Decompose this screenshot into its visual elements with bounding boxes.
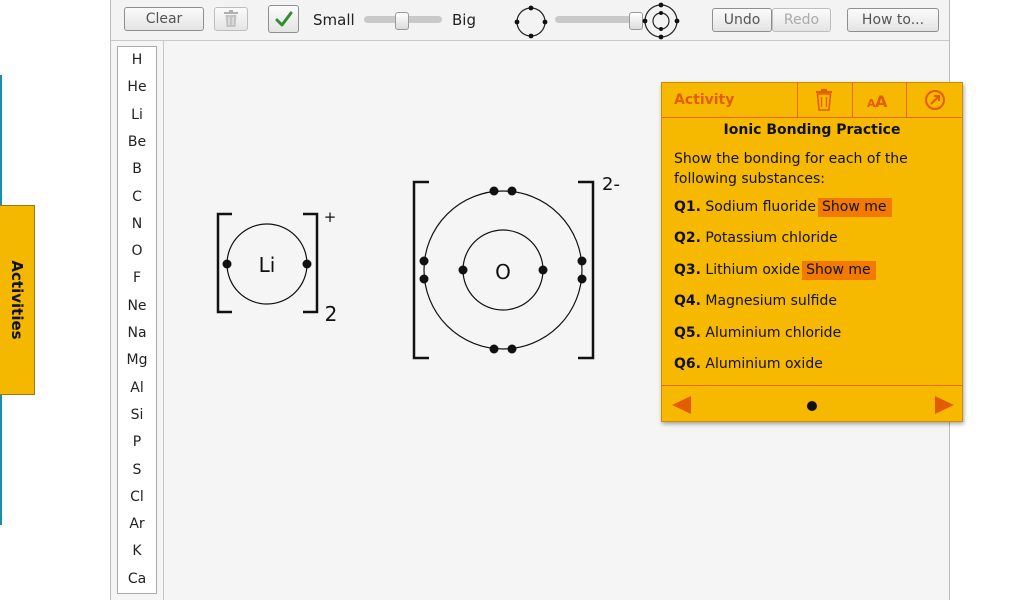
element-be[interactable]: Be bbox=[118, 134, 156, 150]
question-text: Magnesium sulfide bbox=[705, 293, 837, 310]
show-me-button[interactable]: Show me bbox=[818, 198, 892, 217]
electron bbox=[507, 344, 517, 354]
panel-header: Activity A A bbox=[662, 83, 962, 118]
panel-title: Activity bbox=[674, 92, 735, 108]
how-to-button[interactable]: How to... bbox=[847, 8, 939, 32]
element-mg[interactable]: Mg bbox=[118, 352, 156, 368]
delete-button[interactable] bbox=[214, 7, 248, 31]
next-arrow-icon[interactable] bbox=[934, 396, 954, 414]
electron bbox=[222, 259, 232, 269]
element-k[interactable]: K bbox=[118, 543, 156, 559]
confirm-button[interactable] bbox=[268, 5, 299, 33]
element-h[interactable]: H bbox=[118, 52, 156, 68]
lithium-ion-diagram: Li + 2 bbox=[216, 208, 338, 326]
element-p[interactable]: P bbox=[118, 434, 156, 450]
small-label: Small bbox=[313, 11, 355, 29]
redo-button[interactable]: Redo bbox=[772, 8, 831, 32]
trash-icon bbox=[224, 10, 238, 27]
lithium-charge: + bbox=[324, 208, 337, 226]
element-ne[interactable]: Ne bbox=[118, 298, 156, 314]
activities-tab[interactable]: Activities bbox=[0, 205, 35, 395]
instructions-text: Show the bonding for each of the followi… bbox=[674, 151, 908, 187]
lithium-symbol: Li bbox=[259, 253, 276, 277]
electron bbox=[577, 274, 587, 284]
header-divider bbox=[852, 83, 853, 117]
undo-button[interactable]: Undo bbox=[712, 8, 772, 32]
element-cl[interactable]: Cl bbox=[118, 489, 156, 505]
header-divider bbox=[797, 83, 798, 117]
element-sidebar: H He Li Be B C N O F Ne Na Mg Al Si P S Cl Ar K Ca bbox=[117, 46, 157, 594]
trash-icon[interactable] bbox=[812, 88, 836, 112]
question-number: Q3. bbox=[674, 261, 701, 278]
activities-tab-label: Activities bbox=[8, 260, 26, 340]
question-item: Q5. Aluminium chloride bbox=[674, 325, 841, 341]
multi-shell-icon[interactable] bbox=[642, 2, 680, 40]
element-si[interactable]: Si bbox=[118, 407, 156, 423]
show-me-button[interactable]: Show me bbox=[802, 260, 876, 280]
text-size-icon[interactable]: A A bbox=[866, 88, 890, 112]
electron bbox=[419, 256, 429, 266]
element-c[interactable]: C bbox=[118, 189, 156, 205]
element-he[interactable]: He bbox=[118, 79, 156, 95]
element-f[interactable]: F bbox=[118, 270, 156, 286]
question-text: Potassium chloride bbox=[705, 230, 838, 247]
question-number: Q4. bbox=[674, 293, 701, 310]
element-al[interactable]: Al bbox=[118, 380, 156, 396]
prev-arrow-icon[interactable] bbox=[672, 396, 692, 414]
element-s[interactable]: S bbox=[118, 462, 156, 478]
question-number: Q1. bbox=[674, 199, 701, 215]
question-text: Aluminium chloride bbox=[705, 324, 842, 341]
element-li[interactable]: Li bbox=[118, 107, 156, 123]
question-text: Lithium oxide bbox=[705, 261, 801, 278]
clear-button[interactable]: Clear bbox=[124, 7, 204, 31]
page-indicator-dot bbox=[807, 401, 817, 411]
practice-title: Ionic Bonding Practice bbox=[723, 122, 901, 138]
electron bbox=[302, 259, 312, 269]
pop-out-icon[interactable] bbox=[923, 88, 947, 112]
electron bbox=[538, 265, 548, 275]
panel-footer bbox=[662, 385, 962, 422]
electron bbox=[489, 186, 499, 196]
question-item: Q3. Lithium oxide Show me bbox=[674, 260, 876, 280]
question-text: Sodium fluoride bbox=[705, 199, 817, 215]
size-slider-handle[interactable] bbox=[395, 12, 409, 30]
question-item: Q2. Potassium chloride bbox=[674, 230, 838, 246]
oxygen-symbol: O bbox=[495, 260, 511, 284]
question-number: Q2. bbox=[674, 230, 701, 247]
big-label: Big bbox=[452, 11, 476, 29]
electron bbox=[489, 344, 499, 354]
oxide-ion-diagram: O 2- bbox=[412, 174, 620, 360]
shell-slider-handle[interactable] bbox=[629, 12, 643, 30]
question-number: Q5. bbox=[674, 324, 701, 341]
element-na[interactable]: Na bbox=[118, 325, 156, 341]
toolbar: Clear Small Big Undo Redo How to... bbox=[111, 0, 949, 41]
header-divider bbox=[906, 83, 907, 117]
electron bbox=[507, 186, 517, 196]
electron bbox=[577, 256, 587, 266]
element-o[interactable]: O bbox=[118, 243, 156, 259]
question-text: Aluminium oxide bbox=[705, 356, 823, 372]
question-item: Q6. Aluminium oxide bbox=[674, 356, 823, 372]
oxide-charge: 2- bbox=[602, 174, 620, 195]
question-item: Q4. Magnesium sulfide bbox=[674, 293, 837, 309]
element-n[interactable]: N bbox=[118, 216, 156, 232]
single-shell-icon[interactable] bbox=[513, 4, 549, 40]
svg-text:A: A bbox=[875, 92, 888, 111]
oxide-left-bracket bbox=[412, 180, 429, 360]
electron bbox=[419, 274, 429, 284]
question-item: Q1. Sodium fluoride Show me bbox=[674, 198, 892, 217]
checkmark-icon bbox=[275, 11, 292, 27]
lithium-count: 2 bbox=[325, 302, 338, 326]
element-ar[interactable]: Ar bbox=[118, 516, 156, 532]
element-b[interactable]: B bbox=[118, 161, 156, 177]
oxide-right-bracket bbox=[578, 180, 595, 360]
electron bbox=[458, 265, 468, 275]
question-number: Q6. bbox=[674, 356, 701, 372]
element-ca[interactable]: Ca bbox=[118, 571, 156, 587]
activity-panel: Activity A A Ionic Bonding Practice Show… bbox=[661, 82, 963, 422]
